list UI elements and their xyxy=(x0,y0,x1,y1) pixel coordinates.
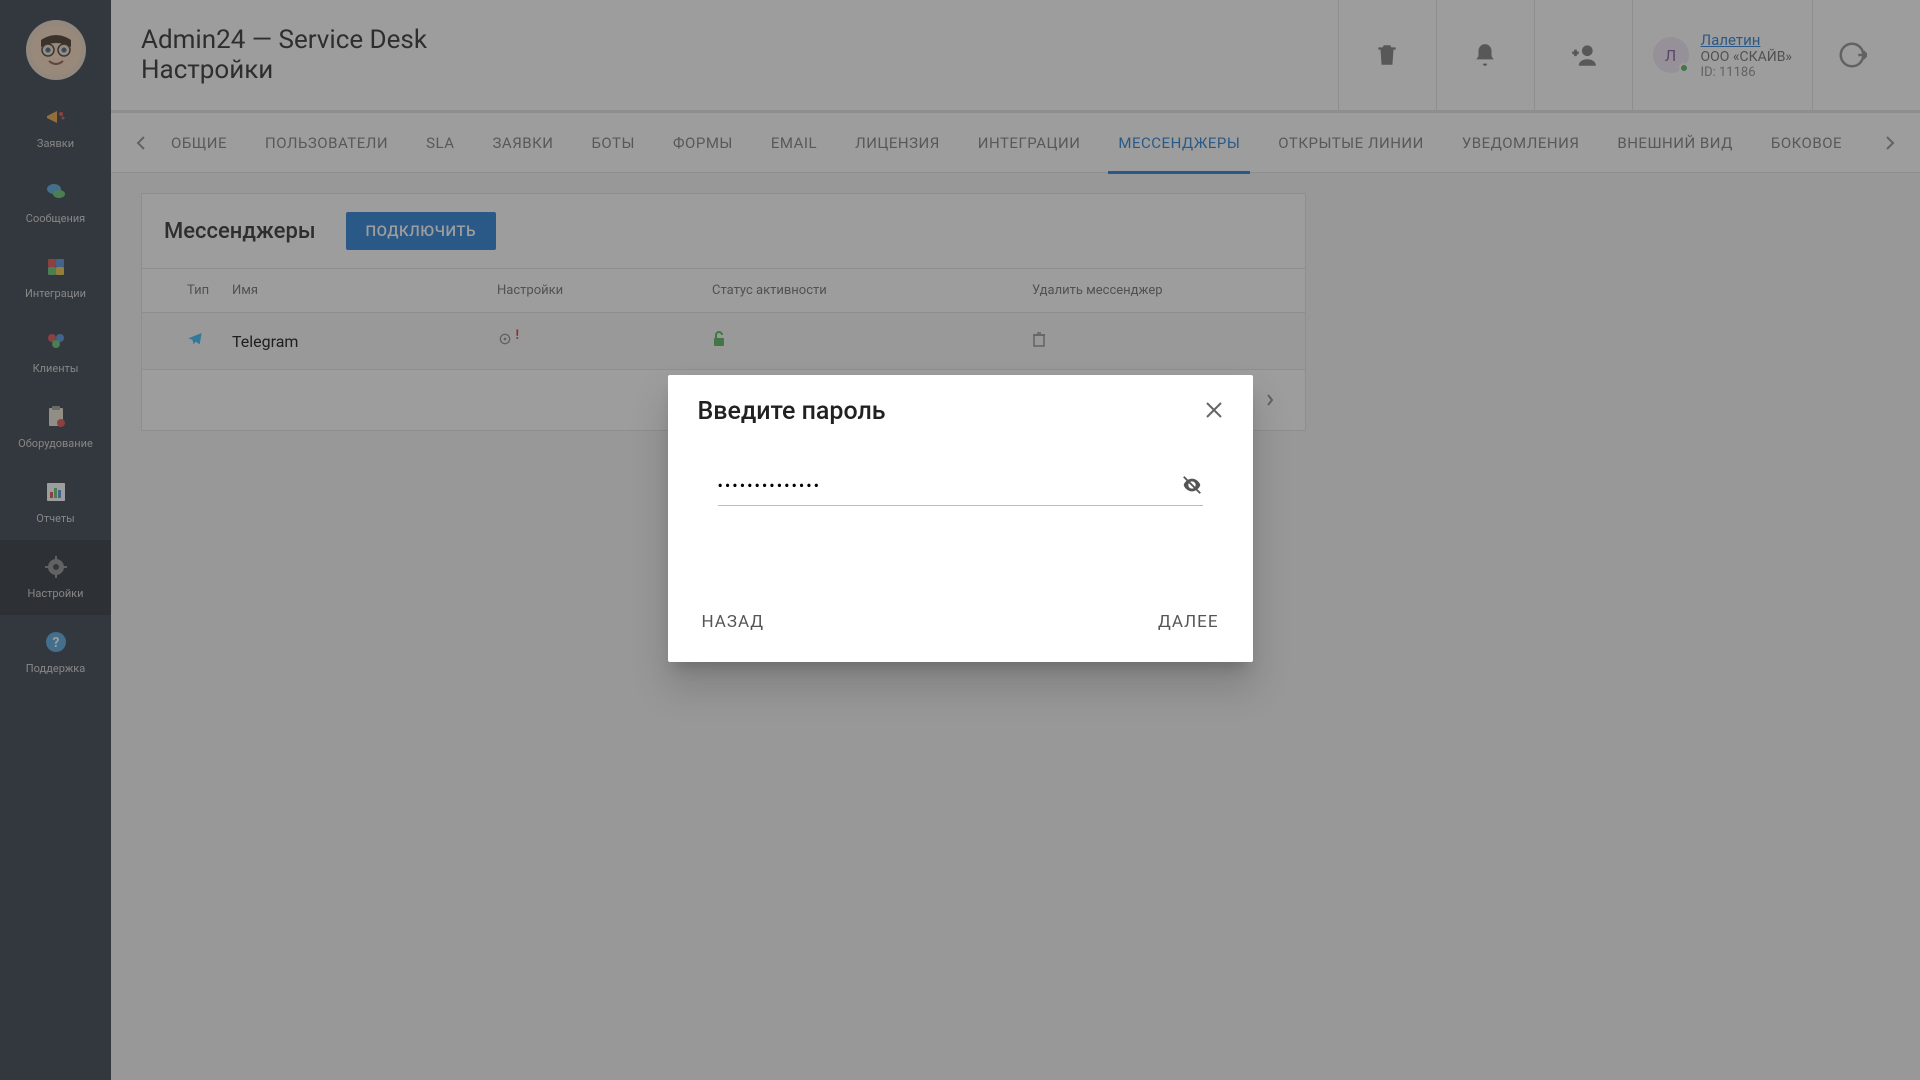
password-field xyxy=(718,466,1203,506)
password-input[interactable] xyxy=(718,466,1203,505)
next-button[interactable]: ДАЛЕЕ xyxy=(1154,604,1223,640)
modal-actions: НАЗАД ДАЛЕЕ xyxy=(668,586,1253,662)
modal-head: Введите пароль xyxy=(668,375,1253,436)
modal-title: Введите пароль xyxy=(698,397,1205,426)
password-modal: Введите пароль НАЗАД ДАЛЕЕ xyxy=(668,375,1253,662)
toggle-password-visibility[interactable] xyxy=(1181,474,1203,500)
modal-overlay[interactable]: Введите пароль НАЗАД ДАЛЕЕ xyxy=(0,0,1920,1080)
back-button[interactable]: НАЗАД xyxy=(698,604,769,640)
modal-body xyxy=(668,436,1253,586)
eye-off-icon xyxy=(1181,474,1203,496)
close-icon xyxy=(1205,401,1223,419)
modal-close-button[interactable] xyxy=(1205,401,1223,423)
